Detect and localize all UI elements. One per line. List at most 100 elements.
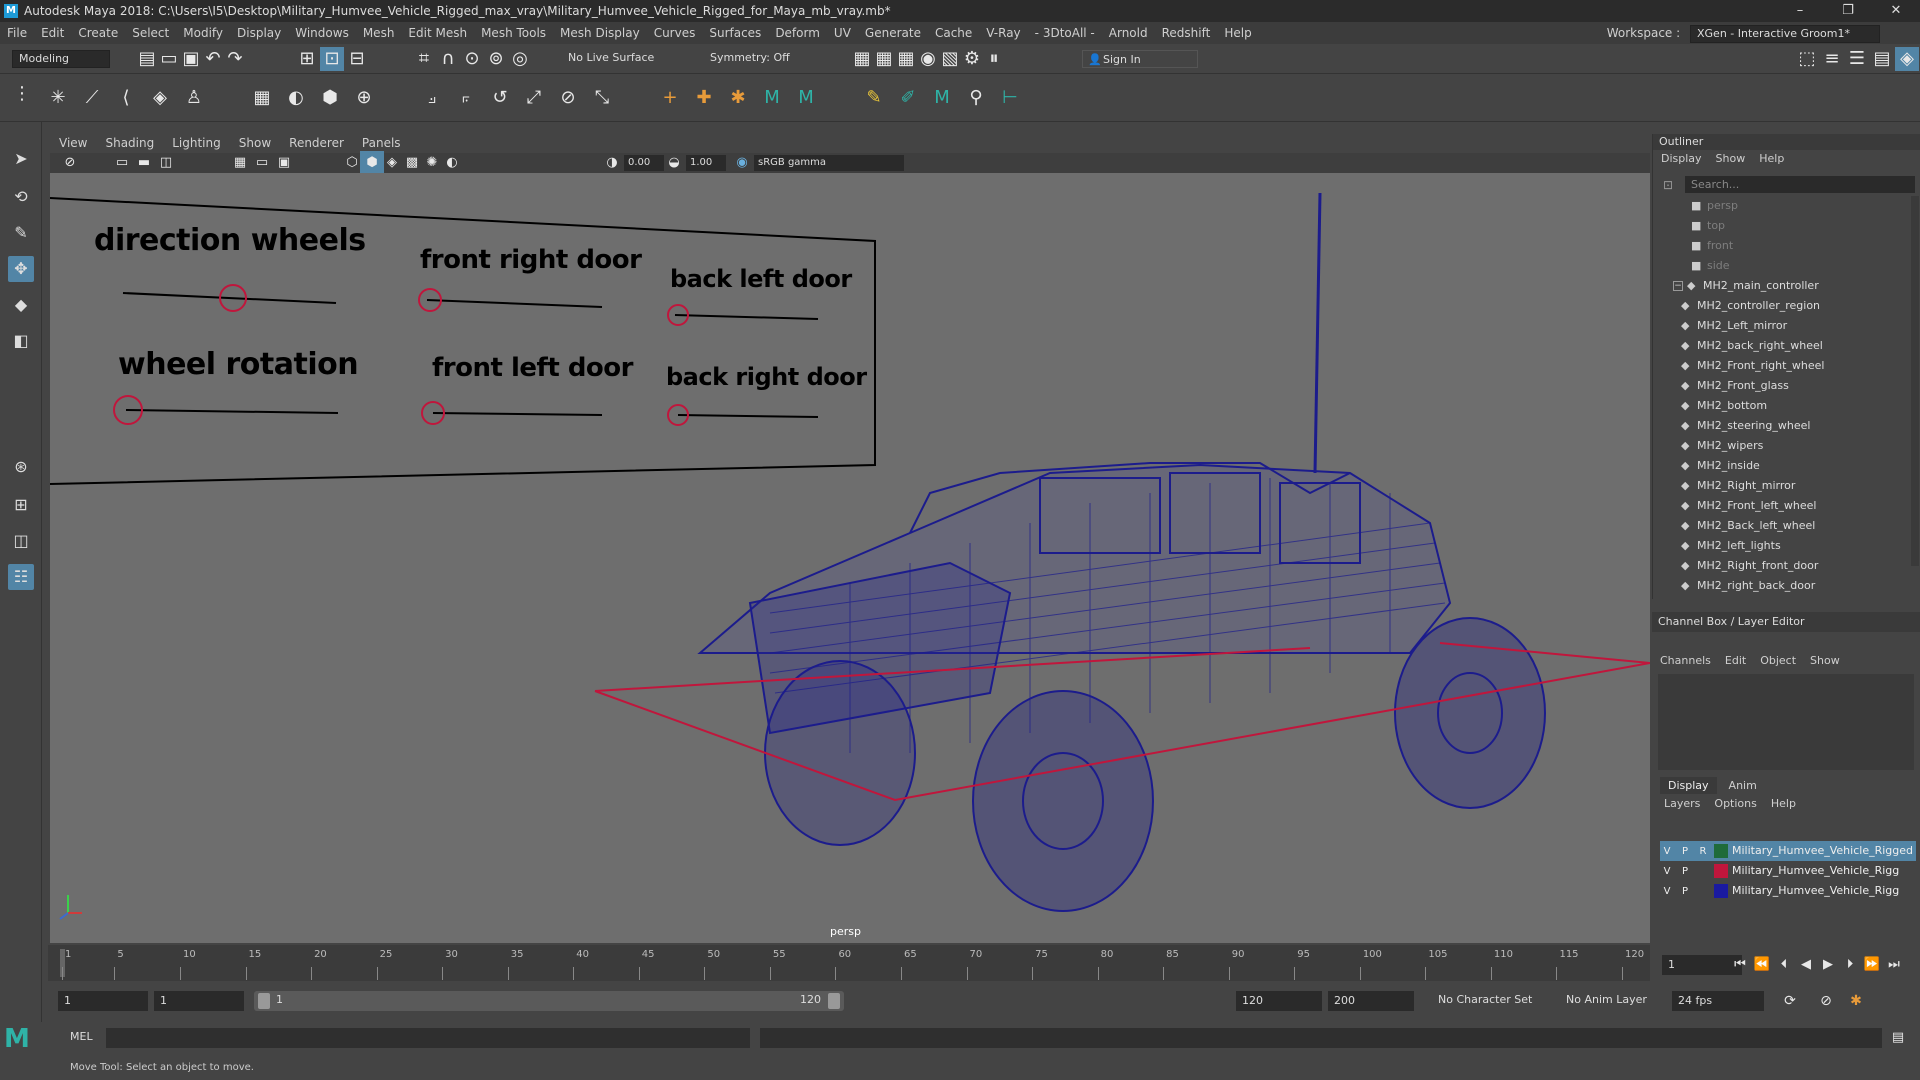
layer-menu-help[interactable]: Help bbox=[1771, 797, 1796, 810]
snap-view-icon[interactable]: ⊚ bbox=[484, 47, 508, 71]
layer-color-swatch[interactable] bbox=[1714, 884, 1728, 898]
shelf-hik-icon[interactable]: ♙ bbox=[182, 86, 206, 110]
outliner-item[interactable]: ◆ MH2_wipers bbox=[1681, 436, 1763, 456]
layer-menu-options[interactable]: Options bbox=[1714, 797, 1756, 810]
filter-icon[interactable]: ⊡ bbox=[1663, 178, 1673, 192]
shelf-scale-icon[interactable]: ⤢ bbox=[522, 86, 546, 110]
outliner-item[interactable]: ◆ MH2_Front_left_wheel bbox=[1681, 496, 1816, 516]
menuset-dropdown[interactable]: Modeling bbox=[12, 50, 110, 68]
animation-start-field[interactable]: 1 bbox=[58, 991, 148, 1011]
render-setup-icon[interactable]: ⚙ bbox=[960, 47, 984, 71]
select-tool-icon[interactable]: ➤ bbox=[8, 146, 34, 172]
outliner-item[interactable]: ◆ MH2_controller_region bbox=[1681, 296, 1820, 316]
modeling-toolkit-icon[interactable]: ⬚ bbox=[1795, 47, 1819, 71]
menu-cache[interactable]: Cache bbox=[928, 22, 979, 44]
playback-toggle[interactable]: P bbox=[1678, 882, 1692, 901]
collapse-icon[interactable]: − bbox=[1673, 281, 1683, 291]
shadows-icon[interactable]: ◐ bbox=[440, 151, 464, 175]
script-editor-icon[interactable]: ▤ bbox=[1886, 1026, 1910, 1050]
camera-attributes-icon[interactable]: ▭ bbox=[110, 151, 134, 175]
gamma-field[interactable]: 1.00 bbox=[686, 155, 726, 171]
menu-mesh[interactable]: Mesh bbox=[356, 22, 402, 44]
outliner-item[interactable]: ◆ MH2_Right_front_door bbox=[1681, 556, 1818, 576]
outliner-item[interactable]: ◆ MH2_left_lights bbox=[1681, 536, 1781, 556]
reference-toggle[interactable]: R bbox=[1696, 842, 1710, 861]
animation-end-field[interactable]: 200 bbox=[1328, 991, 1414, 1011]
time-slider[interactable]: 1 5 10 15 20 25 30 35 40 45 50 55 60 65 70 75 80 85 90 95 10… bbox=[48, 945, 1650, 981]
color-management-icon[interactable]: ◉ bbox=[730, 151, 754, 175]
layer-row[interactable]: V P Military_Humvee_Vehicle_Rigg bbox=[1660, 881, 1916, 901]
workspace-dropdown[interactable]: XGen - Interactive Groom1* bbox=[1690, 25, 1880, 43]
menu-mesh-display[interactable]: Mesh Display bbox=[553, 22, 647, 44]
shelf-m2-icon[interactable]: M bbox=[794, 86, 818, 110]
shelf-m3-icon[interactable]: M bbox=[930, 86, 954, 110]
layer-row[interactable]: V P R Military_Humvee_Vehicle_Rigged bbox=[1660, 841, 1916, 861]
snap-point-icon[interactable]: ⊙ bbox=[460, 47, 484, 71]
render-frame-icon[interactable]: ▦ bbox=[850, 47, 874, 71]
menu-redshift[interactable]: Redshift bbox=[1155, 22, 1218, 44]
exposure-icon[interactable]: ◑ bbox=[600, 151, 624, 175]
go-to-end-icon[interactable]: ⏭ bbox=[1882, 953, 1906, 977]
ipr-render-icon[interactable]: ▦ bbox=[872, 47, 896, 71]
symmetry-dropdown[interactable]: Symmetry: Off bbox=[710, 51, 790, 64]
layout-outliner-icon[interactable]: ☷ bbox=[8, 564, 34, 590]
rotate-tool-icon[interactable]: ◆ bbox=[8, 292, 34, 318]
select-camera-icon[interactable]: ⊘ bbox=[58, 151, 82, 175]
character-set-dropdown[interactable]: No Character Set bbox=[1438, 993, 1532, 1006]
menu-vray[interactable]: V-Ray bbox=[979, 22, 1027, 44]
shelf-aim-icon[interactable]: ⟔ bbox=[454, 86, 478, 110]
layer-row[interactable]: V P Military_Humvee_Vehicle_Rigg bbox=[1660, 861, 1916, 881]
shelf-pin-icon[interactable]: ⚲ bbox=[964, 86, 988, 110]
live-surface-label[interactable]: No Live Surface bbox=[568, 51, 654, 64]
shelf-constraint-icon[interactable]: ⟓ bbox=[420, 86, 444, 110]
layout-two-icon[interactable]: ◫ bbox=[8, 528, 34, 554]
playback-toggle[interactable]: P bbox=[1678, 862, 1692, 881]
render-view-icon[interactable]: ▧ bbox=[938, 47, 962, 71]
select-hierarchy-icon[interactable]: ⊞ bbox=[295, 47, 319, 71]
mel-label[interactable]: MEL bbox=[70, 1030, 93, 1043]
channelbox-menu-edit[interactable]: Edit bbox=[1725, 654, 1746, 667]
animation-prefs-icon[interactable]: ✱ bbox=[1844, 989, 1868, 1013]
snap-grid-icon[interactable]: ⌗ bbox=[412, 47, 436, 71]
panel-menu-lighting[interactable]: Lighting bbox=[163, 134, 230, 152]
shelf-paint-icon[interactable]: ✎ bbox=[862, 86, 886, 110]
menu-uv[interactable]: UV bbox=[827, 22, 858, 44]
shelf-lattice-icon[interactable]: ▦ bbox=[250, 86, 274, 110]
menu-edit[interactable]: Edit bbox=[34, 22, 71, 44]
new-scene-icon[interactable]: ▤ bbox=[135, 47, 159, 71]
shelf-cube-icon[interactable]: ⬢ bbox=[318, 86, 342, 110]
outliner-item[interactable]: ◆ MH2_inside bbox=[1681, 456, 1760, 476]
humvee-wireframe[interactable] bbox=[697, 192, 1546, 912]
outliner-menu-help[interactable]: Help bbox=[1759, 152, 1784, 165]
outliner-scrollbar[interactable] bbox=[1911, 196, 1919, 566]
outliner-item[interactable]: ◆ MH2_Front_right_wheel bbox=[1681, 356, 1825, 376]
minimize-button[interactable]: – bbox=[1782, 0, 1818, 22]
loop-icon[interactable]: ⟳ bbox=[1778, 989, 1802, 1013]
layer-color-swatch[interactable] bbox=[1714, 844, 1728, 858]
shelf-skin-icon[interactable]: ◈ bbox=[148, 86, 172, 110]
anim-layer-dropdown[interactable]: No Anim Layer bbox=[1566, 993, 1647, 1006]
go-to-start-icon[interactable]: ⏮ bbox=[1728, 953, 1752, 977]
show-manipulator-icon[interactable]: ⊛ bbox=[8, 454, 34, 480]
outliner-item-top[interactable]: ■ top bbox=[1691, 216, 1725, 236]
lasso-tool-icon[interactable]: ⟲ bbox=[8, 184, 34, 210]
step-forward-frame-icon[interactable]: ⏵ bbox=[1838, 953, 1862, 977]
menu-create[interactable]: Create bbox=[71, 22, 125, 44]
play-backwards-icon[interactable]: ◀ bbox=[1794, 953, 1818, 977]
visibility-toggle[interactable]: V bbox=[1660, 862, 1674, 881]
playback-toggle[interactable]: P bbox=[1678, 842, 1692, 861]
grid-toggle-icon[interactable]: ▦ bbox=[228, 151, 252, 175]
outliner-menu-display[interactable]: Display bbox=[1661, 152, 1702, 165]
layer-menu-layers[interactable]: Layers bbox=[1664, 797, 1700, 810]
attribute-editor-icon[interactable]: ≡ bbox=[1820, 47, 1844, 71]
fps-dropdown[interactable]: 24 fps bbox=[1672, 991, 1764, 1011]
channelbox-menu-channels[interactable]: Channels bbox=[1660, 654, 1711, 667]
redo-icon[interactable]: ↷ bbox=[223, 47, 247, 71]
visibility-toggle[interactable]: V bbox=[1660, 842, 1674, 861]
panel-menu-renderer[interactable]: Renderer bbox=[280, 134, 353, 152]
tool-settings-icon[interactable]: ☰ bbox=[1845, 47, 1869, 71]
bookmarks-icon[interactable]: ▬ bbox=[132, 151, 156, 175]
outliner-item-persp[interactable]: ■ persp bbox=[1691, 196, 1738, 216]
channelbox-menu-object[interactable]: Object bbox=[1760, 654, 1796, 667]
panel-menu-show[interactable]: Show bbox=[230, 134, 280, 152]
